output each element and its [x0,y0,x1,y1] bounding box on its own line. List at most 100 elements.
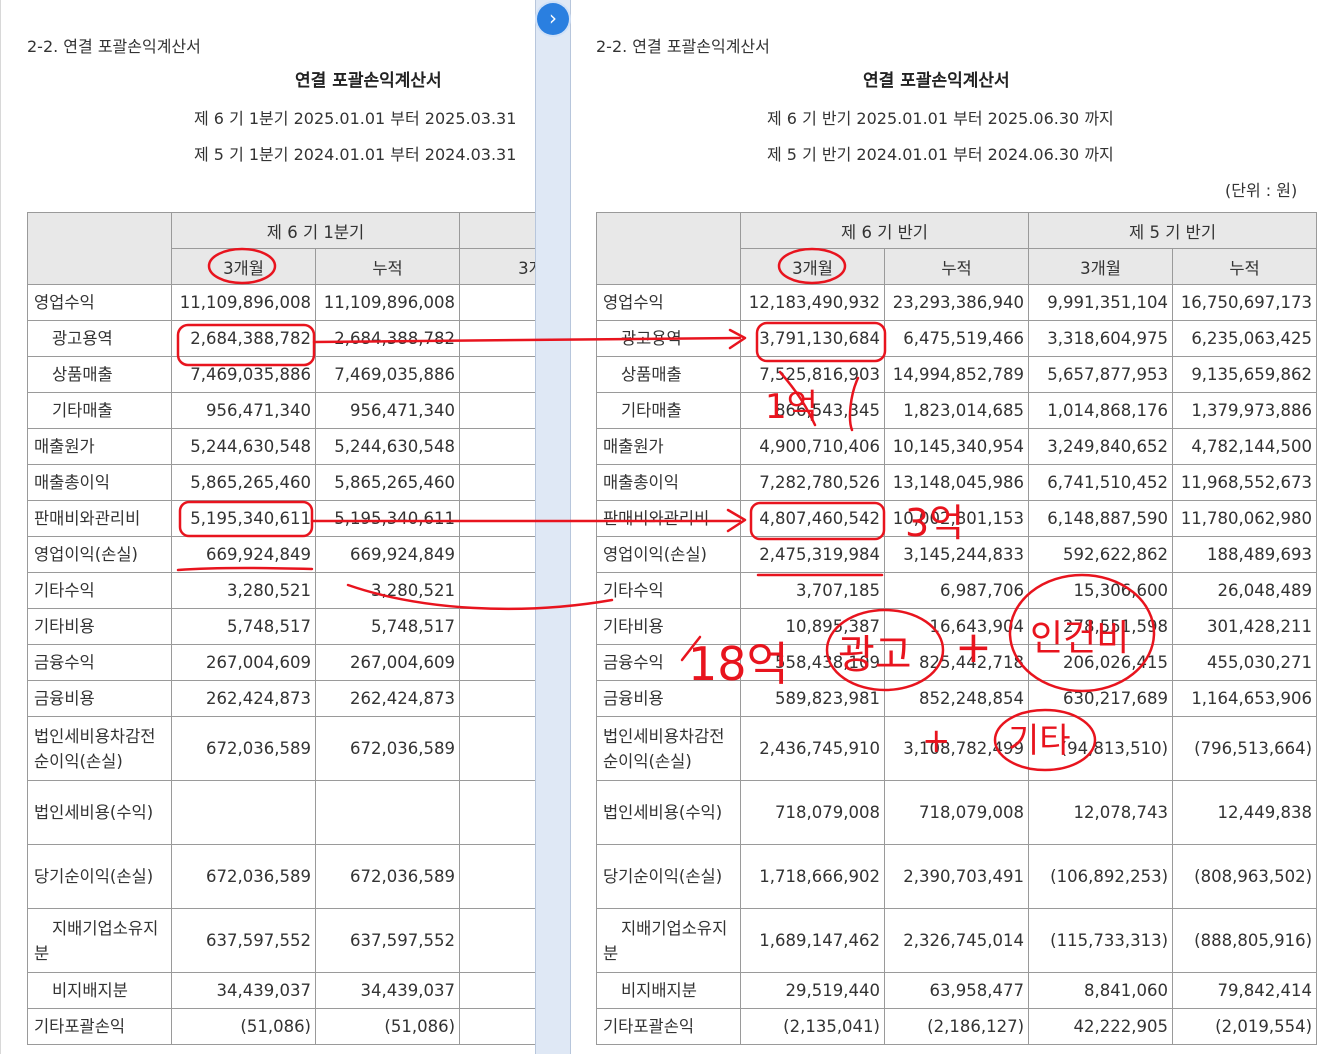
amount-cell: 630,217,689 [1028,680,1174,717]
table-row: 기타비용 10,895,387 16,643,904 278,551,598 301,4… [596,608,1318,645]
amount-cell: 956,471,340 [171,392,316,429]
table-row: 상품매출 7,525,816,903 14,994,852,789 5,657,877… [596,356,1318,393]
account-label: 법인세비용(수익) [596,780,741,845]
account-label: 상품매출 [596,356,741,393]
account-label: 판매비와관리비 [27,500,172,537]
period-prior: 제 5 기 1분기 2024.01.01 부터 2024.03.31 [194,145,517,164]
account-label: 매출원가 [596,428,741,465]
amount-cell: 3,108,782,499 [883,716,1030,781]
right-document-pane: 2-2. 연결 포괄손익계산서 연결 포괄손익계산서 제 6 기 반기 2025… [571,0,1321,1054]
amount-cell: 2,436,745,910 [740,716,885,781]
amount-cell: 6,759,3 [459,284,536,321]
account-label: 기타수익 [596,572,741,609]
amount-cell: 12,183,490,932 [740,284,885,321]
unit-label: (단위 : 원) [1225,181,1298,200]
amount-cell: 589,823,981 [740,680,885,717]
amount-cell: 7,469,035,886 [314,356,461,393]
amount-cell: 3,707,185 [740,572,885,609]
amount-cell: 672,036,589 [171,844,316,909]
amount-cell: (2,135,041) [740,1008,885,1045]
amount-cell: 365,1 [459,392,536,429]
account-label: 상품매출 [27,356,172,393]
amount-cell: (51,086) [171,1008,316,1045]
amount-cell: 3,249,840,652 [1028,428,1174,465]
amount-cell: 669,924,849 [314,536,461,573]
table-row: 기타비용5,748,5175,748,51722,8 [27,608,536,645]
chevron-right-icon: › [549,6,557,30]
amount-cell: 5,195,340,611 [171,500,316,537]
amount-cell: 718,079,008 [740,780,885,845]
amount-cell: 7,282,780,526 [740,464,885,501]
amount-cell: 14,994,852,789 [883,356,1030,393]
table-row: 매출원가5,244,630,5485,244,630,5481,532,3 [27,428,536,465]
period-current: 제 6 기 반기 2025.01.01 부터 2025.06.30 까지 [767,109,1114,128]
amount-cell: 6,475,519,466 [883,320,1030,357]
amount-cell: 3,318,604,975 [1028,320,1174,357]
account-header [27,212,172,285]
amount-cell: 26,048,489 [1172,572,1318,609]
amount-cell: (888,805,916) [1172,908,1318,973]
table-row: 영업이익(손실) 2,475,319,984 3,145,244,833 592,62… [596,536,1318,573]
table-row: 기타매출 866,543,345 1,823,014,685 1,014,868,17… [596,392,1318,429]
amount-cell: 7,469,035,886 [171,356,316,393]
account-label: 기타비용 [27,608,172,645]
expand-button[interactable]: › [537,3,569,35]
account-label: 매출원가 [27,428,172,465]
amount-cell: 637,597,552 [171,908,316,973]
amount-cell: 6,235,063,425 [1172,320,1318,357]
header-3months-prior: 3개 [459,248,536,285]
table-row: 지배기업소유지분637,597,552637,597,552(773,0 [27,908,536,973]
header-cumulative-prior: 누적 [1172,248,1318,285]
amount-cell: 5,748,517 [171,608,316,645]
amount-cell: 5,657,877,953 [1028,356,1174,393]
amount-cell: 5,244,630,548 [171,428,316,465]
period-current: 제 6 기 1분기 2025.01.01 부터 2025.03.31 [194,109,517,128]
amount-cell: 15,306,600 [1028,572,1174,609]
table-row: 당기순이익(손실) 1,718,666,902 2,390,703,491 (106,… [596,844,1318,909]
table-row: 매출총이익 7,282,780,526 13,148,045,986 6,741,51… [596,464,1318,501]
account-label: 기타수익 [27,572,172,609]
table-row: 판매비와관리비5,195,340,6115,195,340,6115,631,1 [27,500,536,537]
account-header [596,212,741,285]
amount-cell: 1,532,3 [459,428,536,465]
amount-cell: 637,597,552 [314,908,461,973]
amount-cell: 13,148,045,986 [883,464,1030,501]
amount-cell: (796,513,664) [1172,716,1318,781]
amount-cell: 2,326,745,014 [883,908,1030,973]
amount-cell: 1,823,014,685 [883,392,1030,429]
table-row: 영업이익(손실)669,924,849669,924,849(404,1 [27,536,536,573]
amount-cell: (808,963,502) [1172,844,1318,909]
header-cumulative: 누적 [883,248,1030,285]
table-row: 기타수익3,280,5213,280,52110,7 [27,572,536,609]
account-label: 영업이익(손실) [27,536,172,573]
pane-divider[interactable] [535,0,571,1054]
amount-cell: 2,684,388,782 [171,320,316,357]
table-row: 금융비용262,424,873262,424,873534,4 [27,680,536,717]
amount-cell: 11,780,062,980 [1172,500,1318,537]
account-label: 광고용역 [596,320,741,357]
table-row: 상품매출7,469,035,8867,469,035,8863,477,7 [27,356,536,393]
amount-cell: 2,475,319,984 [740,536,885,573]
account-label: 기타매출 [596,392,741,429]
account-label: 금융비용 [27,680,172,717]
account-label: 영업수익 [27,284,172,321]
amount-cell: 42,222,905 [1028,1008,1174,1045]
amount-cell: (106,892,253) [1028,844,1174,909]
amount-cell: 5,195,340,611 [314,500,461,537]
amount-cell: 1,689,147,462 [740,908,885,973]
amount-cell: 301,428,211 [1172,608,1318,645]
amount-cell: 1,379,973,886 [1172,392,1318,429]
amount-cell: 3,145,244,833 [883,536,1030,573]
table-row: 영업수익11,109,896,00811,109,896,0086,759,3 [27,284,536,321]
amount-cell: 11,968,552,673 [1172,464,1318,501]
account-label: 금융비용 [596,680,741,717]
amount-cell: (2,019,554) [1172,1008,1318,1045]
section-title: 2-2. 연결 포괄손익계산서 [27,37,201,56]
header-3months-prior: 3개월 [1028,248,1174,285]
amount-cell: 1,014,868,176 [1028,392,1174,429]
amount-cell: 10,002,801,153 [883,500,1030,537]
amount-cell: (2,186,127) [883,1008,1030,1045]
amount-cell [171,780,316,845]
account-label: 광고용역 [27,320,172,357]
amount-cell: 5,244,630,548 [314,428,461,465]
